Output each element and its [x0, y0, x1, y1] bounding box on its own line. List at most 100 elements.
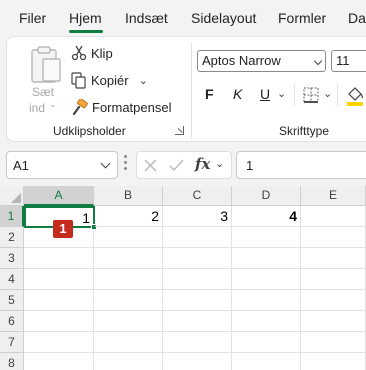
clipboard-dialog-launcher-icon[interactable]	[175, 126, 184, 135]
formula-input[interactable]: 1	[236, 151, 366, 179]
grid-cell[interactable]	[94, 269, 163, 290]
grid-cell[interactable]	[301, 290, 366, 311]
font-size-select[interactable]: 11	[331, 50, 366, 72]
tab-data[interactable]: Da	[348, 10, 366, 26]
grid-cell[interactable]	[232, 311, 301, 332]
column-header-a[interactable]: A	[24, 186, 94, 206]
cut-label: Klip	[91, 45, 113, 61]
tab-indsaet[interactable]: Indsæt	[125, 10, 168, 26]
italic-button[interactable]: K	[233, 86, 242, 102]
scissors-icon	[71, 45, 87, 61]
format-painter-icon	[72, 98, 88, 115]
font-name-select[interactable]: Aptos Narrow	[197, 50, 326, 72]
active-tab-indicator	[69, 30, 103, 33]
cell-d1[interactable]: 4	[232, 206, 301, 227]
paste-label: Sæt	[32, 85, 55, 99]
grid-cell[interactable]	[232, 290, 301, 311]
grid-cell[interactable]	[301, 353, 366, 370]
row-header-3[interactable]: 3	[0, 248, 24, 269]
grid-cell[interactable]	[24, 290, 94, 311]
grid-cell[interactable]	[232, 269, 301, 290]
cell-e1[interactable]	[301, 206, 366, 227]
grid-cell[interactable]	[232, 248, 301, 269]
grid-cell[interactable]	[232, 353, 301, 370]
select-all-button[interactable]	[0, 186, 24, 206]
underline-chevron-icon[interactable]: ⌄	[277, 87, 286, 100]
grid-cell[interactable]	[163, 353, 232, 370]
grid-cell[interactable]	[301, 248, 366, 269]
underline-button[interactable]: U	[260, 86, 270, 102]
grid-cell[interactable]	[301, 227, 366, 248]
clipboard-icon	[31, 46, 61, 83]
format-painter-button[interactable]: Formatpensel	[71, 97, 171, 117]
cancel-icon[interactable]	[144, 159, 157, 172]
grid-cell[interactable]	[94, 353, 163, 370]
copy-chevron-icon[interactable]: ⌄	[139, 74, 148, 87]
grid-cell[interactable]	[301, 311, 366, 332]
grid-cell[interactable]	[24, 332, 94, 353]
fill-color-icon[interactable]	[345, 85, 365, 107]
worksheet-grid: A B C D E 1 2 3 4 5 6 7 8 1 2 3 4 1	[0, 186, 366, 370]
formula-bar: A1 fx ⌄ 1	[0, 143, 366, 187]
copy-button[interactable]: Kopiér ⌄	[71, 70, 148, 90]
enter-check-icon[interactable]	[169, 159, 184, 172]
ribbon-tabs: Filer Hjem Indsæt Sidelayout Formler Da	[0, 0, 366, 36]
paste-chevron-icon: ⌄	[49, 99, 57, 109]
grid-cell[interactable]	[301, 332, 366, 353]
name-box[interactable]: A1	[6, 151, 118, 179]
tab-filer[interactable]: Filer	[19, 10, 46, 26]
grid-cell[interactable]	[163, 248, 232, 269]
font-size-value: 11	[336, 53, 350, 68]
grid-cell[interactable]	[163, 227, 232, 248]
cell-b1[interactable]: 2	[95, 206, 163, 227]
ribbon: Sæt ind ⌄ Klip Kopiér ⌄ Formatpensel Udk…	[6, 36, 366, 142]
column-header-b[interactable]: B	[94, 186, 163, 206]
row-header-5[interactable]: 5	[0, 290, 24, 311]
grid-cell[interactable]	[94, 332, 163, 353]
copy-icon	[71, 71, 86, 89]
cut-button[interactable]: Klip	[71, 43, 113, 63]
row-header-6[interactable]: 6	[0, 311, 24, 332]
formula-buttons: fx ⌄	[136, 151, 232, 179]
tab-sidelayout[interactable]: Sidelayout	[191, 10, 256, 26]
column-header-e[interactable]: E	[301, 186, 366, 206]
grid-cell[interactable]	[94, 248, 163, 269]
column-header-d[interactable]: D	[232, 186, 301, 206]
row-header-2[interactable]: 2	[0, 227, 24, 248]
excel-window: Filer Hjem Indsæt Sidelayout Formler Da …	[0, 0, 366, 370]
grid-cell[interactable]	[301, 269, 366, 290]
font-name-chevron-icon	[313, 56, 323, 66]
grid-cell[interactable]	[24, 248, 94, 269]
grid-cell[interactable]	[94, 227, 163, 248]
cell-c1[interactable]: 3	[163, 206, 232, 227]
bold-button[interactable]: F	[205, 86, 214, 102]
grid-cell[interactable]	[163, 332, 232, 353]
grid-cell[interactable]	[163, 311, 232, 332]
borders-icon[interactable]	[303, 87, 319, 103]
formula-value: 1	[246, 158, 254, 173]
paste-sub-label: ind	[29, 101, 46, 115]
borders-chevron-icon[interactable]: ⌄	[323, 87, 332, 100]
tab-formler[interactable]: Formler	[278, 10, 326, 26]
font-name-value: Aptos Narrow	[202, 53, 281, 68]
grid-cell[interactable]	[24, 353, 94, 370]
grid-cell[interactable]	[24, 311, 94, 332]
fx-chevron-icon[interactable]: ⌄	[215, 157, 224, 170]
row-header-4[interactable]: 4	[0, 269, 24, 290]
grid-cell[interactable]	[232, 332, 301, 353]
tab-hjem[interactable]: Hjem	[69, 10, 102, 26]
insert-function-icon[interactable]: fx	[195, 155, 210, 173]
grid-cell[interactable]	[94, 290, 163, 311]
row-header-1[interactable]: 1	[0, 206, 24, 227]
column-header-c[interactable]: C	[163, 186, 232, 206]
row-header-8[interactable]: 8	[0, 353, 24, 370]
grid-cell[interactable]	[163, 290, 232, 311]
row-header-7[interactable]: 7	[0, 332, 24, 353]
splitter-handle[interactable]	[124, 155, 127, 175]
grid-cell[interactable]	[232, 227, 301, 248]
name-box-value: A1	[13, 158, 29, 173]
font-group-label: Skrifttype	[279, 124, 330, 138]
grid-cell[interactable]	[163, 269, 232, 290]
grid-cell[interactable]	[24, 269, 94, 290]
grid-cell[interactable]	[94, 311, 163, 332]
